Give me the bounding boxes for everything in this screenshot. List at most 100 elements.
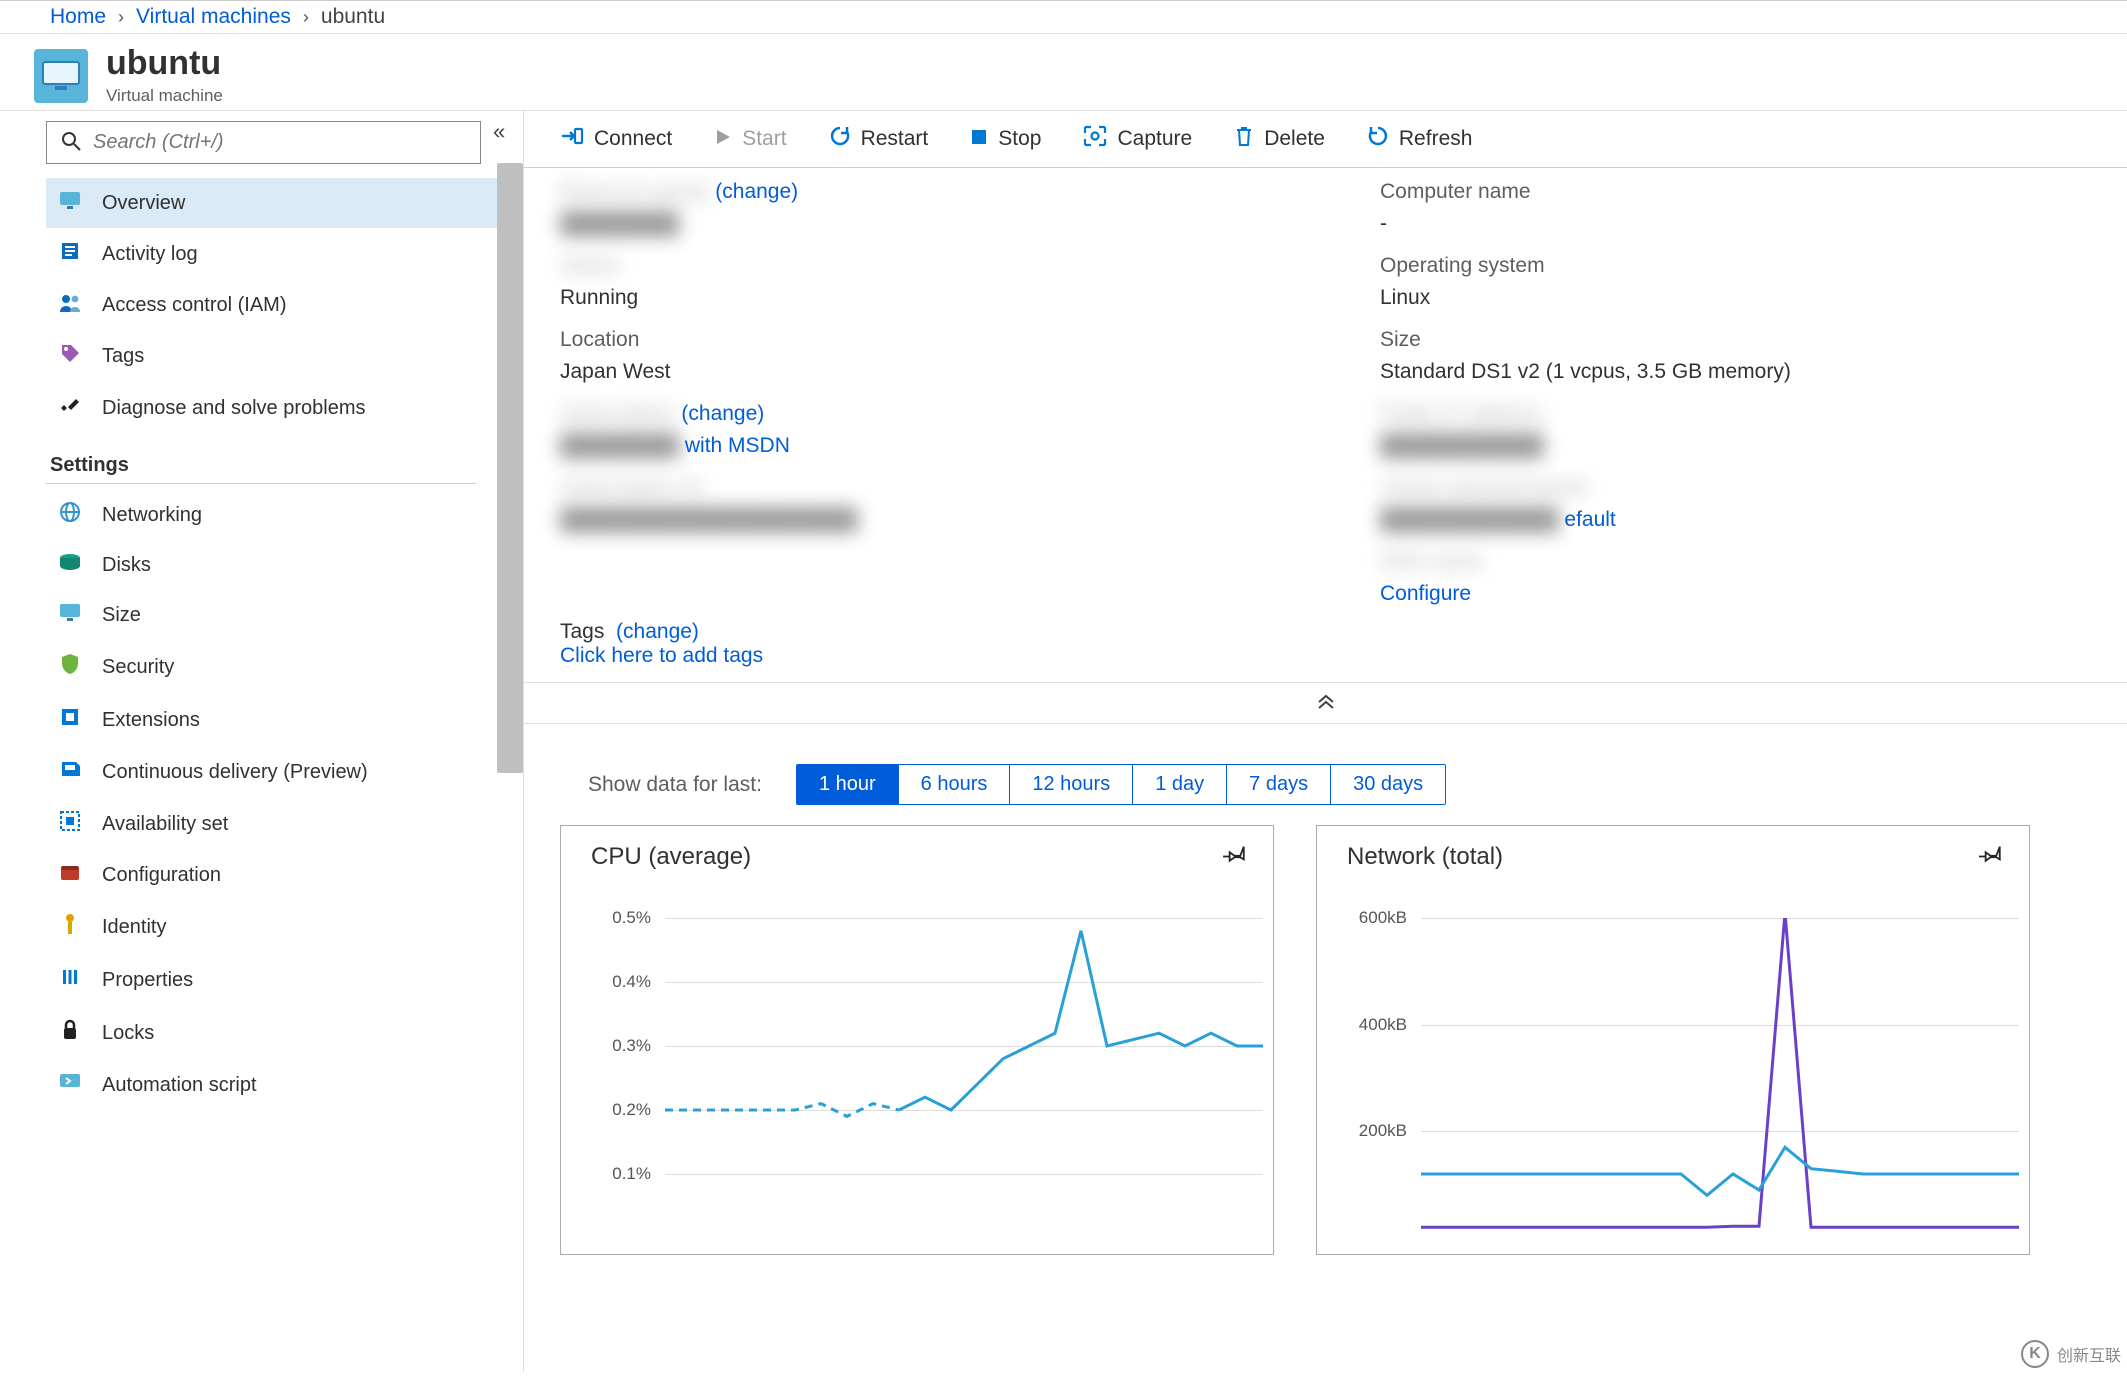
network-chart-title: Network (total) xyxy=(1347,843,1503,871)
y-tick: 600kB xyxy=(1359,908,1407,928)
connect-icon xyxy=(560,126,584,152)
prop-icon xyxy=(56,966,84,994)
y-tick: 0.2% xyxy=(612,1100,651,1120)
page-title: ubuntu xyxy=(106,46,223,80)
location-value: Japan West xyxy=(560,360,1180,384)
sidebar-item-continuous-delivery-preview-[interactable]: Continuous delivery (Preview) xyxy=(46,746,516,798)
timerange-12-hours[interactable]: 12 hours xyxy=(1010,765,1133,804)
add-tags-link[interactable]: Click here to add tags xyxy=(560,644,763,667)
breadcrumb-current: ubuntu xyxy=(321,5,385,29)
cpu-chart-card[interactable]: CPU (average) 0.1%0.2%0.3%0.4%0.5% xyxy=(560,825,1274,1255)
sidebar-item-label: Disks xyxy=(102,554,151,577)
title-row: ubuntu Virtual machine xyxy=(0,34,2127,110)
sidebar-item-activity-log[interactable]: Activity log xyxy=(46,228,516,280)
essentials-collapse-button[interactable] xyxy=(524,682,2127,724)
sidebar-item-locks[interactable]: Locks xyxy=(46,1006,516,1060)
sidebar-item-identity[interactable]: Identity xyxy=(46,900,516,954)
watermark-icon: K xyxy=(2021,1340,2049,1368)
sidebar-item-overview[interactable]: Overview xyxy=(46,178,516,228)
y-tick: 0.1% xyxy=(612,1164,651,1184)
sidebar-item-label: Extensions xyxy=(102,709,200,732)
sidebar-item-tags[interactable]: Tags xyxy=(46,330,516,382)
subscription-label: Subscription xyxy=(560,402,676,425)
search-input[interactable] xyxy=(91,130,466,155)
delete-label: Delete xyxy=(1264,127,1325,151)
sidebar-item-label: Tags xyxy=(102,345,144,368)
search-box[interactable] xyxy=(46,121,481,164)
stop-button[interactable]: Stop xyxy=(970,126,1041,152)
refresh-label: Refresh xyxy=(1399,127,1473,151)
network-chart-card[interactable]: Network (total) 200kB400kB600kB xyxy=(1316,825,2030,1255)
timerange-30-days[interactable]: 30 days xyxy=(1331,765,1445,804)
sidebar-item-diagnose-and-solve-problems[interactable]: Diagnose and solve problems xyxy=(46,382,516,434)
pin-icon[interactable] xyxy=(1979,840,2005,873)
vnet-link[interactable]: efault xyxy=(1564,508,1615,531)
sidebar: » Overview Activity log Access control (IA… xyxy=(0,111,524,1372)
timerange-6-hours[interactable]: 6 hours xyxy=(899,765,1011,804)
cd-icon xyxy=(56,758,84,786)
timerange-1-hour[interactable]: 1 hour xyxy=(797,765,899,804)
status-value: Running xyxy=(560,286,1180,310)
resource-group-change[interactable]: (change) xyxy=(715,180,798,203)
subscription-id-value: ████████████████████ xyxy=(560,508,1180,532)
scrollbar-thumb[interactable] xyxy=(497,163,523,773)
refresh-icon xyxy=(1367,125,1389,153)
log-icon xyxy=(56,240,84,268)
sidebar-item-extensions[interactable]: Extensions xyxy=(46,694,516,746)
size-label: Size xyxy=(1380,328,2000,352)
command-bar: Connect Start Restart Stop xyxy=(524,111,2127,168)
dns-name-label: DNS name xyxy=(1380,550,2000,574)
sidebar-item-label: Properties xyxy=(102,969,193,992)
sidebar-item-access-control-iam-[interactable]: Access control (IAM) xyxy=(46,280,516,330)
sidebar-item-label: Continuous delivery (Preview) xyxy=(102,761,368,784)
sidebar-item-security[interactable]: Security xyxy=(46,640,516,694)
connect-button[interactable]: Connect xyxy=(560,126,672,152)
restart-button[interactable]: Restart xyxy=(829,125,929,153)
capture-button[interactable]: Capture xyxy=(1083,125,1192,153)
collapse-sidebar-button[interactable]: » xyxy=(493,121,505,147)
resource-type: Virtual machine xyxy=(106,86,223,106)
ext-icon xyxy=(56,706,84,734)
sidebar-item-label: Locks xyxy=(102,1022,154,1045)
connect-label: Connect xyxy=(594,127,672,151)
sidebar-item-size[interactable]: Size xyxy=(46,590,516,640)
delete-button[interactable]: Delete xyxy=(1234,125,1325,153)
sidebar-item-disks[interactable]: Disks xyxy=(46,540,516,590)
subscription-hint[interactable]: with MSDN xyxy=(685,434,790,457)
os-value: Linux xyxy=(1380,286,2000,310)
timerange-1-day[interactable]: 1 day xyxy=(1133,765,1227,804)
breadcrumb-home[interactable]: Home xyxy=(50,5,106,29)
y-tick: 0.4% xyxy=(612,972,651,992)
restart-icon xyxy=(829,125,851,153)
sidebar-item-availability-set[interactable]: Availability set xyxy=(46,798,516,850)
sidebar-item-label: Networking xyxy=(102,504,202,527)
sidebar-item-label: Automation script xyxy=(102,1074,257,1097)
sidebar-item-label: Overview xyxy=(102,192,185,215)
y-tick: 400kB xyxy=(1359,1015,1407,1035)
cpu-chart-title: CPU (average) xyxy=(591,843,751,871)
lock-icon xyxy=(56,1018,84,1048)
subscription-change[interactable]: (change) xyxy=(681,402,764,425)
sec-icon xyxy=(56,652,84,682)
restart-label: Restart xyxy=(861,127,929,151)
timerange-7-days[interactable]: 7 days xyxy=(1227,765,1331,804)
sidebar-item-configuration[interactable]: Configuration xyxy=(46,850,516,900)
tags-change[interactable]: (change) xyxy=(616,620,699,643)
refresh-button[interactable]: Refresh xyxy=(1367,125,1473,153)
play-icon xyxy=(714,126,732,152)
start-label: Start xyxy=(742,127,786,151)
sidebar-item-label: Configuration xyxy=(102,864,221,887)
pin-icon[interactable] xyxy=(1223,840,1249,873)
search-icon xyxy=(61,131,81,154)
y-tick: 0.5% xyxy=(612,908,651,928)
sidebar-item-automation-script[interactable]: Automation script xyxy=(46,1060,516,1110)
sidebar-item-properties[interactable]: Properties xyxy=(46,954,516,1006)
computer-name-label: Computer name xyxy=(1380,180,2000,204)
capture-icon xyxy=(1083,125,1107,153)
size-icon xyxy=(56,602,84,628)
tag-icon xyxy=(56,342,84,370)
breadcrumb-vms[interactable]: Virtual machines xyxy=(136,5,291,29)
dns-configure-link[interactable]: Configure xyxy=(1380,582,1471,605)
sidebar-item-networking[interactable]: Networking xyxy=(46,490,516,540)
sidebar-item-label: Access control (IAM) xyxy=(102,294,286,317)
